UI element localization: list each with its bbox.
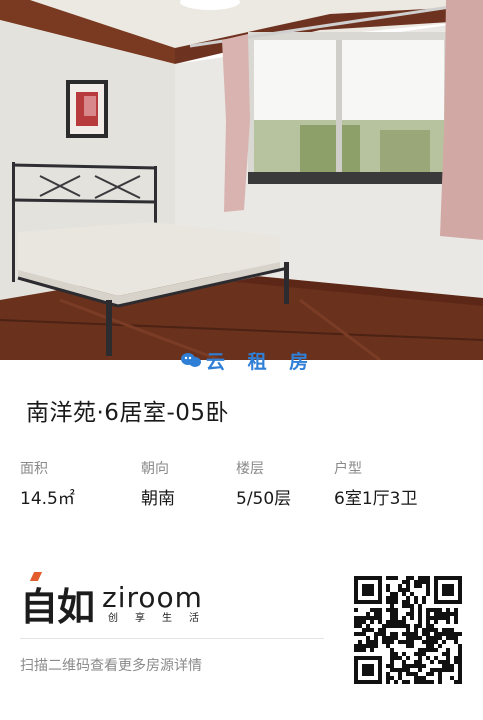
spec-orientation-value: 朝南 xyxy=(141,489,175,509)
spec-area: 面积 14.5㎡ xyxy=(20,459,75,510)
brand-name-en: ziroom xyxy=(102,580,203,614)
brand-name-zh-text: 自如 xyxy=(20,585,95,629)
room-photo xyxy=(0,0,483,360)
brand-en-block: ziroom 创享生活 xyxy=(102,580,217,625)
spec-orientation: 朝向 朝南 xyxy=(141,459,175,510)
brand-logo: 自如 ziroom 创享生活 xyxy=(20,572,217,631)
logo-accent-stroke xyxy=(29,572,43,581)
spec-area-label: 面积 xyxy=(20,461,48,477)
spec-layout-value: 6室1厅3卫 xyxy=(334,489,418,509)
spec-floor-label: 楼层 xyxy=(236,461,264,477)
spec-floor-value: 5/50层 xyxy=(236,489,292,509)
spec-layout: 户型 6室1厅3卫 xyxy=(334,459,417,510)
spec-floor: 楼层 5/50层 xyxy=(236,459,291,510)
brand-name-zh: 自如 xyxy=(20,572,95,631)
qr-hint: 扫描二维码查看更多房源详情 xyxy=(20,658,202,674)
spec-layout-label: 户型 xyxy=(334,461,362,477)
brand-slogan: 创享生活 xyxy=(108,612,217,624)
listing-title: 南洋苑·6居室-05卧 xyxy=(26,400,230,426)
divider xyxy=(20,638,324,639)
room-photo-illustration xyxy=(0,0,483,360)
spec-orientation-label: 朝向 xyxy=(141,461,169,477)
cloud-chat-icon xyxy=(181,353,201,367)
watermark-text: 云 租 房 xyxy=(206,350,317,373)
qr-code-icon[interactable] xyxy=(354,576,462,684)
watermark: 云 租 房 xyxy=(180,347,316,373)
spec-area-value: 14.5㎡ xyxy=(20,489,75,509)
